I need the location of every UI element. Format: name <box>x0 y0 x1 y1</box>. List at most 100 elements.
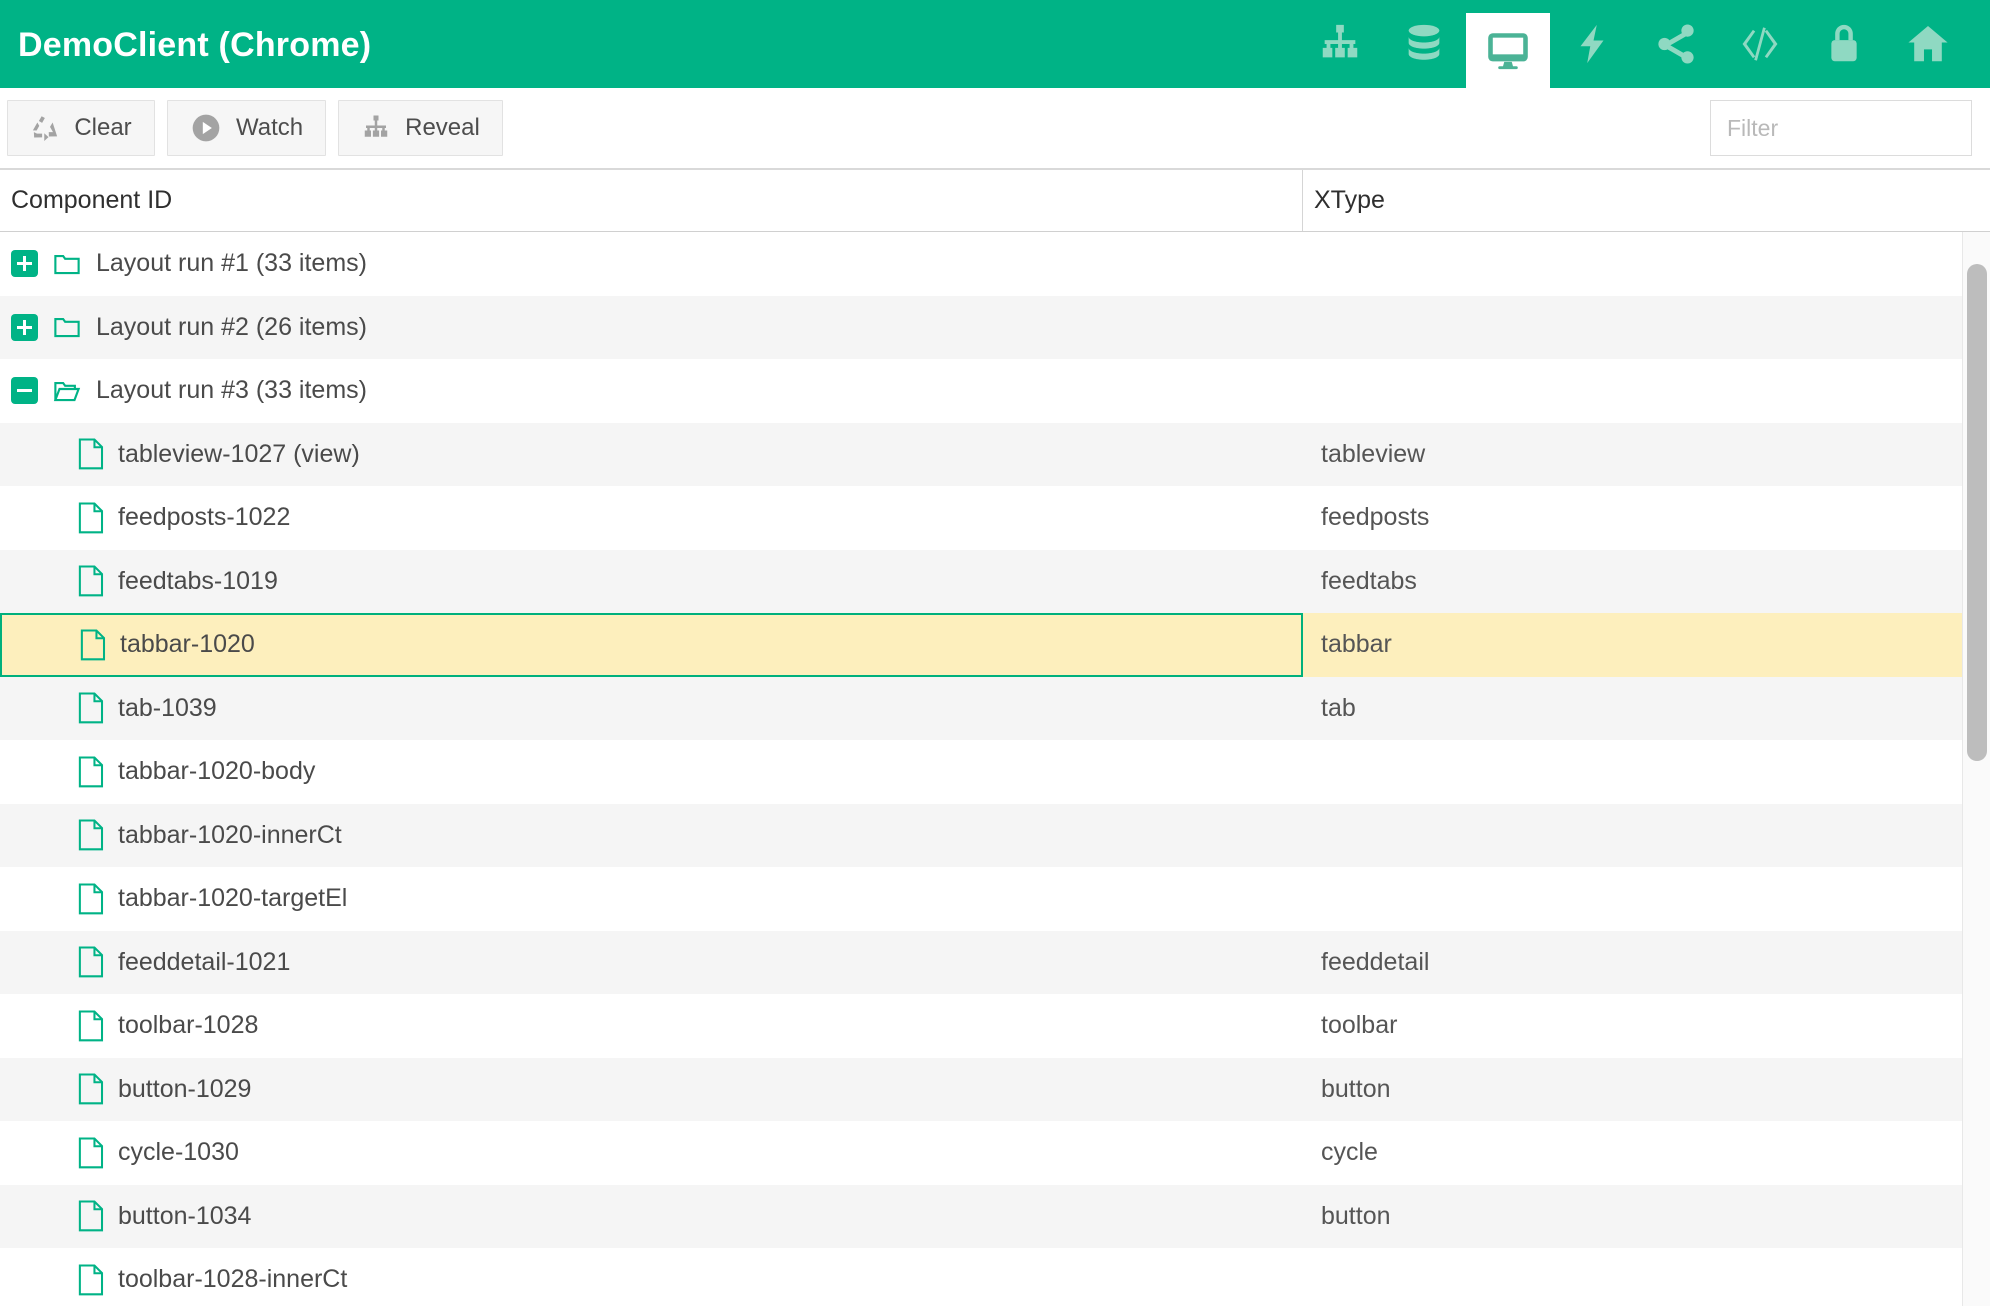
share-icon <box>1653 21 1699 67</box>
table-row[interactable]: feedposts-1022 feedposts <box>0 486 1962 550</box>
grid-row-container: Layout run #1 (33 items) Layout run #2 (2… <box>0 232 1962 1306</box>
cell-component-id[interactable]: tableview-1027 (view) <box>0 423 1303 487</box>
filter-input[interactable] <box>1727 114 1990 142</box>
cell-xtype[interactable]: button <box>1303 1185 1962 1249</box>
table-row[interactable]: Layout run #2 (26 items) <box>0 295 1962 360</box>
sitemap-icon <box>1317 21 1363 67</box>
header-tab-home[interactable] <box>1886 0 1970 88</box>
header-tab-layouts[interactable] <box>1466 13 1550 88</box>
cell-component-id[interactable]: tabbar-1020-body <box>0 740 1303 804</box>
cell-component-id[interactable]: Layout run #3 (33 items) <box>0 359 1303 423</box>
cell-xtype[interactable]: feedposts <box>1303 486 1962 550</box>
cell-component-id[interactable]: button-1034 <box>0 1185 1303 1249</box>
file-icon <box>78 883 104 915</box>
table-row[interactable]: tab-1039 tab <box>0 676 1962 741</box>
cell-component-id[interactable]: tabbar-1020-targetEl <box>0 867 1303 931</box>
header-tab-events[interactable] <box>1550 0 1634 88</box>
table-row[interactable]: tableview-1027 (view) tableview <box>0 422 1962 487</box>
cell-xtype[interactable]: feedtabs <box>1303 550 1962 614</box>
cell-component-id[interactable]: tabbar-1020-innerCt <box>0 804 1303 868</box>
table-row[interactable]: cycle-1030 cycle <box>0 1121 1962 1185</box>
cell-component-id[interactable]: Layout run #1 (33 items) <box>0 232 1303 296</box>
table-row[interactable]: button-1034 button <box>0 1184 1962 1249</box>
header-tab-console[interactable] <box>1718 0 1802 88</box>
header-tab-network[interactable] <box>1634 0 1718 88</box>
filter-field[interactable]: ✖ <box>1710 100 1990 156</box>
cell-component-id[interactable]: Layout run #2 (26 items) <box>0 296 1303 360</box>
table-row[interactable]: toolbar-1028 toolbar <box>0 994 1962 1058</box>
lock-icon <box>1821 21 1867 67</box>
watch-button[interactable]: Watch <box>167 100 327 156</box>
cell-component-id[interactable]: feeddetail-1021 <box>0 931 1303 995</box>
table-row[interactable]: button-1029 button <box>0 1057 1962 1122</box>
row-component-id-label: Layout run #3 (33 items) <box>96 376 367 405</box>
cell-component-id[interactable]: feedposts-1022 <box>0 486 1303 550</box>
table-row[interactable]: tabbar-1020-targetEl <box>0 867 1962 931</box>
header-tab-stores[interactable] <box>1382 0 1466 88</box>
cell-xtype[interactable] <box>1303 359 1962 423</box>
row-component-id-label: feedposts-1022 <box>118 503 291 532</box>
table-row[interactable]: tabbar-1020 tabbar <box>0 613 1962 677</box>
cell-xtype[interactable] <box>1303 867 1962 931</box>
cell-component-id[interactable]: toolbar-1028 <box>0 994 1303 1058</box>
folder-closed-icon <box>52 249 82 279</box>
file-icon <box>78 1264 104 1296</box>
code-icon <box>1737 21 1783 67</box>
header-tab-strip <box>1298 0 1990 88</box>
lightning-icon <box>1569 21 1615 67</box>
cell-xtype[interactable] <box>1303 804 1962 868</box>
cell-xtype[interactable]: cycle <box>1303 1121 1962 1185</box>
app-title: DemoClient (Chrome) <box>18 26 372 64</box>
file-icon <box>78 565 104 597</box>
row-component-id-label: tabbar-1020-targetEl <box>118 884 348 913</box>
cell-component-id[interactable]: cycle-1030 <box>0 1121 1303 1185</box>
cell-component-id[interactable]: tab-1039 <box>0 677 1303 741</box>
table-row[interactable]: tabbar-1020-innerCt <box>0 803 1962 868</box>
reveal-button[interactable]: Reveal <box>338 100 503 156</box>
app-header: DemoClient (Chrome) <box>0 0 1990 88</box>
cell-xtype[interactable]: feeddetail <box>1303 931 1962 995</box>
cell-xtype[interactable]: button <box>1303 1058 1962 1122</box>
column-header-component-id[interactable]: Component ID <box>0 170 1303 231</box>
column-header-xtype[interactable]: XType <box>1303 170 1990 231</box>
collapse-icon[interactable] <box>11 377 38 405</box>
vertical-scrollbar[interactable] <box>1962 232 1990 1306</box>
cell-component-id[interactable]: feedtabs-1019 <box>0 550 1303 614</box>
database-icon <box>1401 21 1447 67</box>
table-row[interactable]: Layout run #1 (33 items) <box>0 232 1962 296</box>
clear-button[interactable]: Clear <box>7 100 155 156</box>
table-row[interactable]: feeddetail-1021 feeddetail <box>0 930 1962 995</box>
folder-closed-icon <box>52 312 82 342</box>
table-row[interactable]: tabbar-1020-body <box>0 740 1962 804</box>
file-icon <box>78 1010 104 1042</box>
watch-button-label: Watch <box>236 114 304 141</box>
table-row[interactable]: toolbar-1028-innerCt <box>0 1248 1962 1306</box>
row-component-id-label: cycle-1030 <box>118 1138 239 1167</box>
recycle-icon <box>30 113 60 143</box>
grid-column-header: Component ID XType <box>0 170 1990 232</box>
cell-xtype[interactable] <box>1303 1248 1962 1306</box>
cell-component-id[interactable]: button-1029 <box>0 1058 1303 1122</box>
cell-xtype[interactable] <box>1303 232 1962 296</box>
cell-xtype[interactable]: tableview <box>1303 423 1962 487</box>
header-tab-component-tree[interactable] <box>1298 0 1382 88</box>
vertical-scrollbar-thumb[interactable] <box>1967 264 1987 761</box>
cell-component-id[interactable]: tabbar-1020 <box>0 613 1303 677</box>
header-tab-security[interactable] <box>1802 0 1886 88</box>
row-component-id-label: feeddetail-1021 <box>118 947 291 976</box>
cell-xtype[interactable]: toolbar <box>1303 994 1962 1058</box>
expand-icon[interactable] <box>11 250 38 278</box>
folder-open-icon <box>52 376 82 406</box>
file-icon <box>78 438 104 470</box>
expand-icon[interactable] <box>11 313 38 341</box>
cell-xtype[interactable]: tabbar <box>1303 613 1962 677</box>
table-row[interactable]: feedtabs-1019 feedtabs <box>0 549 1962 614</box>
file-icon <box>78 502 104 534</box>
file-icon <box>80 629 106 661</box>
cell-component-id[interactable]: toolbar-1028-innerCt <box>0 1248 1303 1306</box>
table-row[interactable]: Layout run #3 (33 items) <box>0 359 1962 423</box>
cell-xtype[interactable]: tab <box>1303 677 1962 741</box>
home-icon <box>1905 21 1951 67</box>
cell-xtype[interactable] <box>1303 296 1962 360</box>
cell-xtype[interactable] <box>1303 740 1962 804</box>
